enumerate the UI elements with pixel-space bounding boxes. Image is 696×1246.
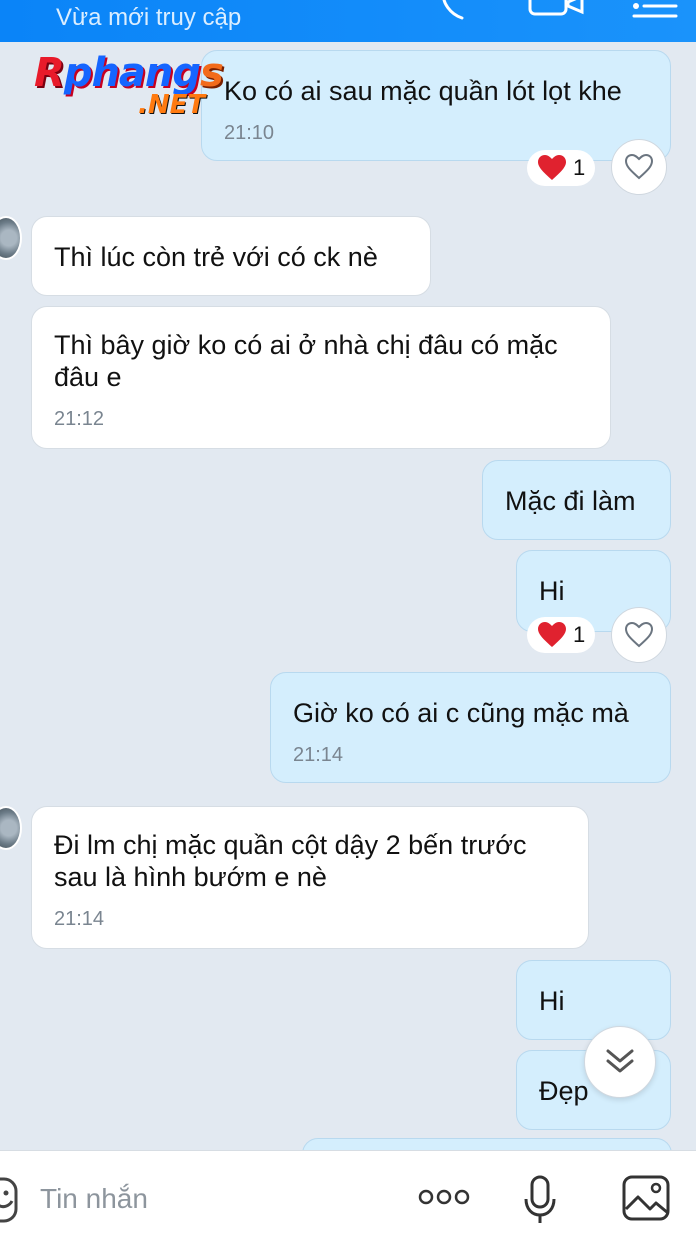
message-input[interactable]: Tin nhắn [40, 1183, 148, 1215]
menu-icon[interactable] [630, 0, 680, 27]
message-bubble-sent[interactable]: Mặc đi làm [482, 460, 671, 540]
message-time: 21:14 [293, 744, 344, 766]
message-bubble-sent[interactable]: Hi [516, 960, 671, 1040]
message-text: Thì lúc còn trẻ với có ck nè [54, 242, 378, 272]
phone-icon[interactable] [436, 0, 476, 27]
message-time: 21:10 [224, 122, 275, 144]
double-chevron-down-icon [606, 1049, 634, 1073]
message-bubble-sent[interactable]: Ko có ai sau mặc quần lót lọt khe 21:10 [201, 50, 671, 161]
watermark-logo: Rphangs .NET [34, 50, 234, 122]
heart-outline-icon [624, 621, 654, 648]
reaction-count: 1 [573, 622, 586, 647]
message-text: Mặc đi làm [505, 486, 636, 516]
message-bubble-sent[interactable]: Giờ ko có ai c cũng mặc mà 21:14 [270, 672, 671, 783]
reaction-badge[interactable]: 1 [527, 150, 596, 186]
more-icon[interactable] [418, 1187, 470, 1212]
message-text: Giờ ko có ai c cũng mặc mà [293, 698, 629, 728]
heart-icon [538, 622, 566, 647]
watermark-logo-suffix: .NET [138, 90, 206, 120]
message-bubble-received[interactable]: Thì bây giờ ko có ai ở nhà chị đâu có mặ… [31, 306, 611, 449]
contact-avatar[interactable] [0, 216, 22, 260]
message-text: Hi [539, 576, 565, 606]
message-text: Hi [539, 986, 565, 1016]
reaction-count: 1 [573, 155, 586, 180]
react-heart-button[interactable] [611, 139, 667, 195]
message-text: Thì bây giờ ko có ai ở nhà chị đâu có mặ… [54, 330, 558, 392]
online-status: Vừa mới truy cập [56, 4, 242, 31]
message-text: Ko có ai sau mặc quần lót lọt khe [224, 76, 622, 106]
message-bubble-received[interactable]: Đi lm chị mặc quần cột dậy 2 bến trước s… [31, 806, 589, 949]
heart-icon [538, 155, 566, 180]
chat-header: Vừa mới truy cập [0, 0, 696, 42]
video-icon[interactable] [526, 0, 586, 23]
message-bubble-received[interactable]: Thì lúc còn trẻ với có ck nè [31, 216, 431, 296]
sticker-icon[interactable] [0, 1177, 18, 1228]
microphone-icon[interactable] [522, 1175, 558, 1232]
heart-outline-icon [624, 153, 654, 180]
image-icon[interactable] [622, 1175, 670, 1226]
reaction-badge[interactable]: 1 [527, 617, 596, 653]
scroll-to-bottom-button[interactable] [584, 1026, 656, 1098]
message-time: 21:12 [54, 408, 105, 430]
message-time: 21:14 [54, 908, 105, 930]
message-composer: Tin nhắn [0, 1150, 696, 1246]
react-heart-button[interactable] [611, 607, 667, 663]
message-text: Đi lm chị mặc quần cột dậy 2 bến trước s… [54, 830, 527, 892]
contact-avatar[interactable] [0, 806, 22, 850]
